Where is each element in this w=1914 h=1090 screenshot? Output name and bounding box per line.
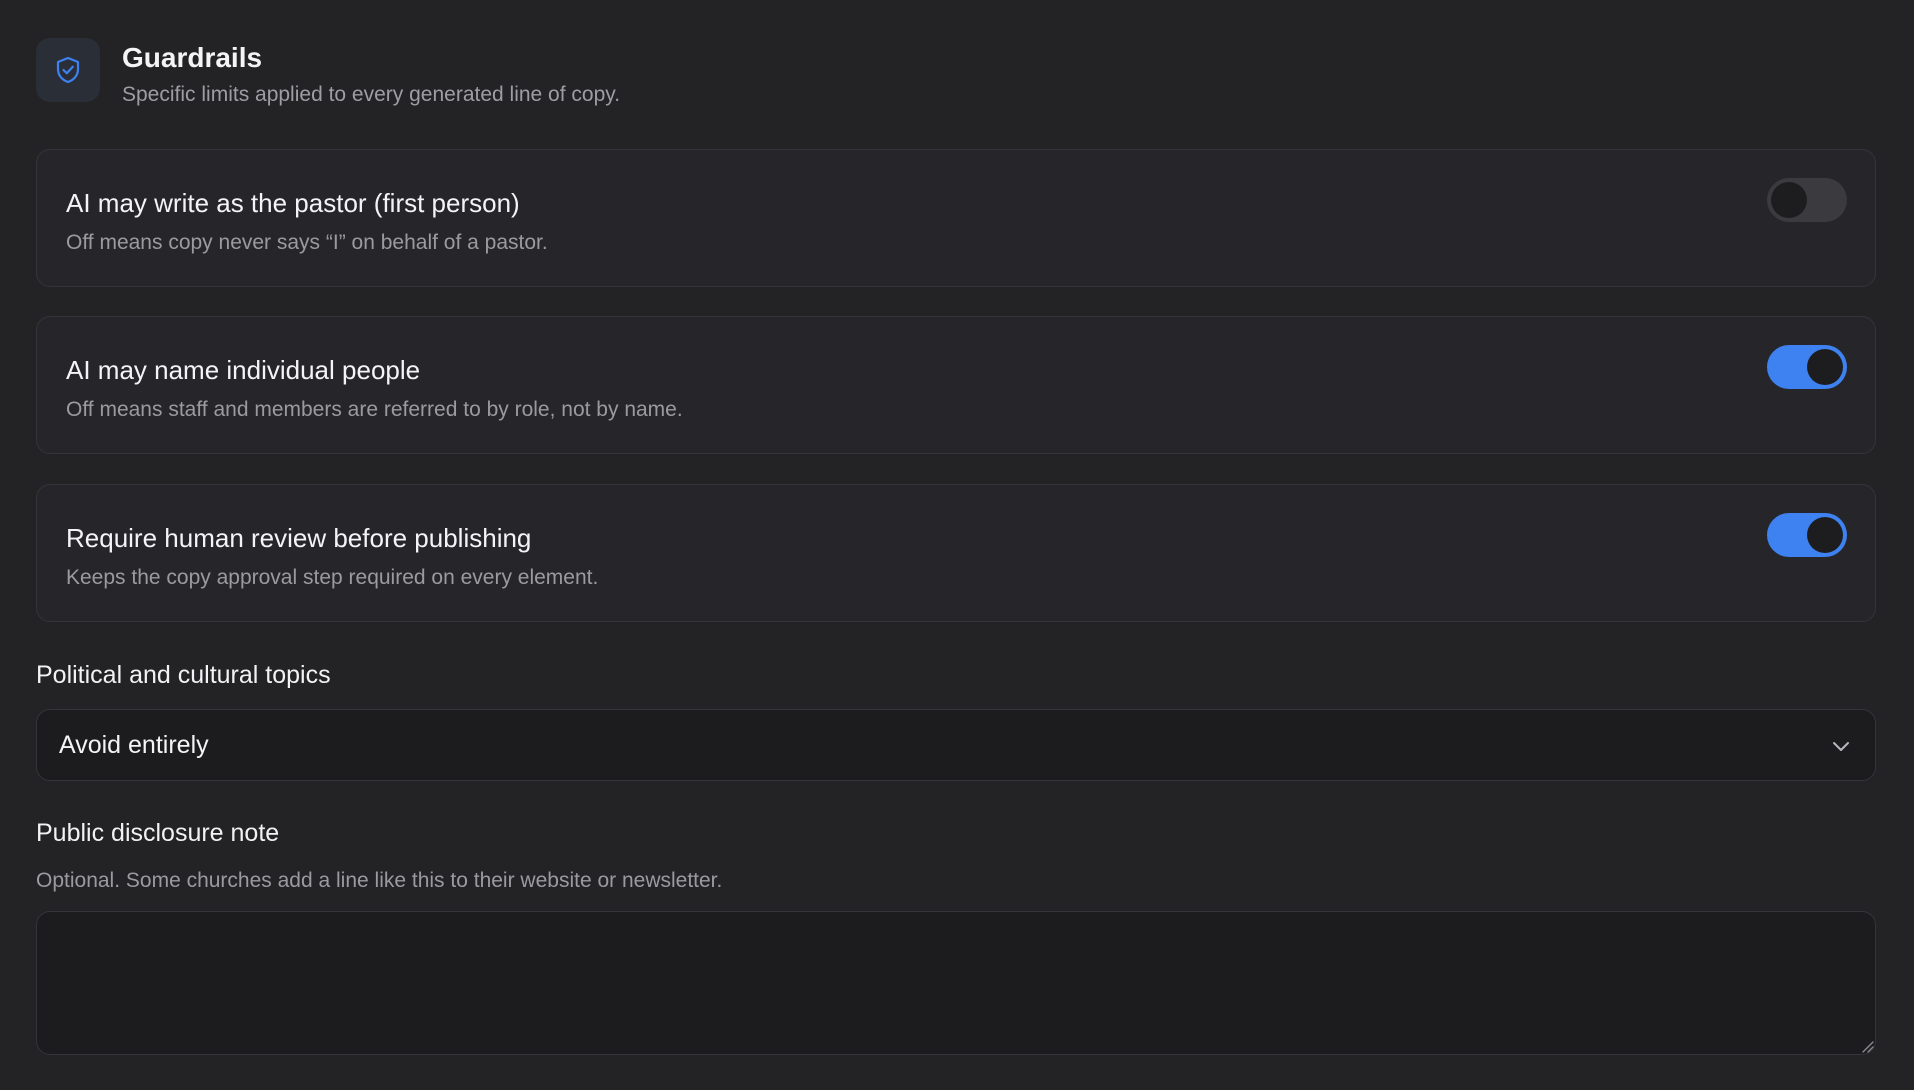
toggle-knob [1807,517,1843,553]
guardrails-panel: Guardrails Specific limits applied to ev… [0,0,1914,1090]
setting-title: Require human review before publishing [66,523,532,553]
political-topics-select[interactable]: Avoid entirely [36,709,1876,781]
name-people-toggle[interactable] [1767,345,1847,389]
disclosure-label: Public disclosure note [36,819,280,847]
setting-card-human-review: Require human review before publishing K… [36,484,1876,622]
shield-check-icon [36,38,100,102]
chevron-down-icon [1833,742,1849,751]
setting-title: AI may write as the pastor (first person… [66,188,520,218]
resize-handle-icon[interactable] [1860,1039,1874,1053]
setting-description: Keeps the copy approval step required on… [66,566,599,589]
disclosure-helper: Optional. Some churches add a line like … [36,869,723,892]
section-header: Guardrails Specific limits applied to ev… [36,38,620,110]
disclosure-textarea[interactable] [36,911,1876,1055]
section-subtitle: Specific limits applied to every generat… [122,83,621,106]
human-review-toggle[interactable] [1767,513,1847,557]
setting-description: Off means copy never says “I” on behalf … [66,231,548,254]
first-person-toggle[interactable] [1767,178,1847,222]
section-title: Guardrails [122,42,263,73]
political-topics-label: Political and cultural topics [36,661,331,689]
setting-description: Off means staff and members are referred… [66,398,683,421]
toggle-knob [1807,349,1843,385]
setting-card-name-people: AI may name individual people Off means … [36,316,1876,454]
toggle-knob [1771,182,1807,218]
setting-card-first-person: AI may write as the pastor (first person… [36,149,1876,287]
political-topics-value: Avoid entirely [59,731,209,759]
header-text: Guardrails Specific limits applied to ev… [122,40,620,110]
setting-title: AI may name individual people [66,355,421,385]
